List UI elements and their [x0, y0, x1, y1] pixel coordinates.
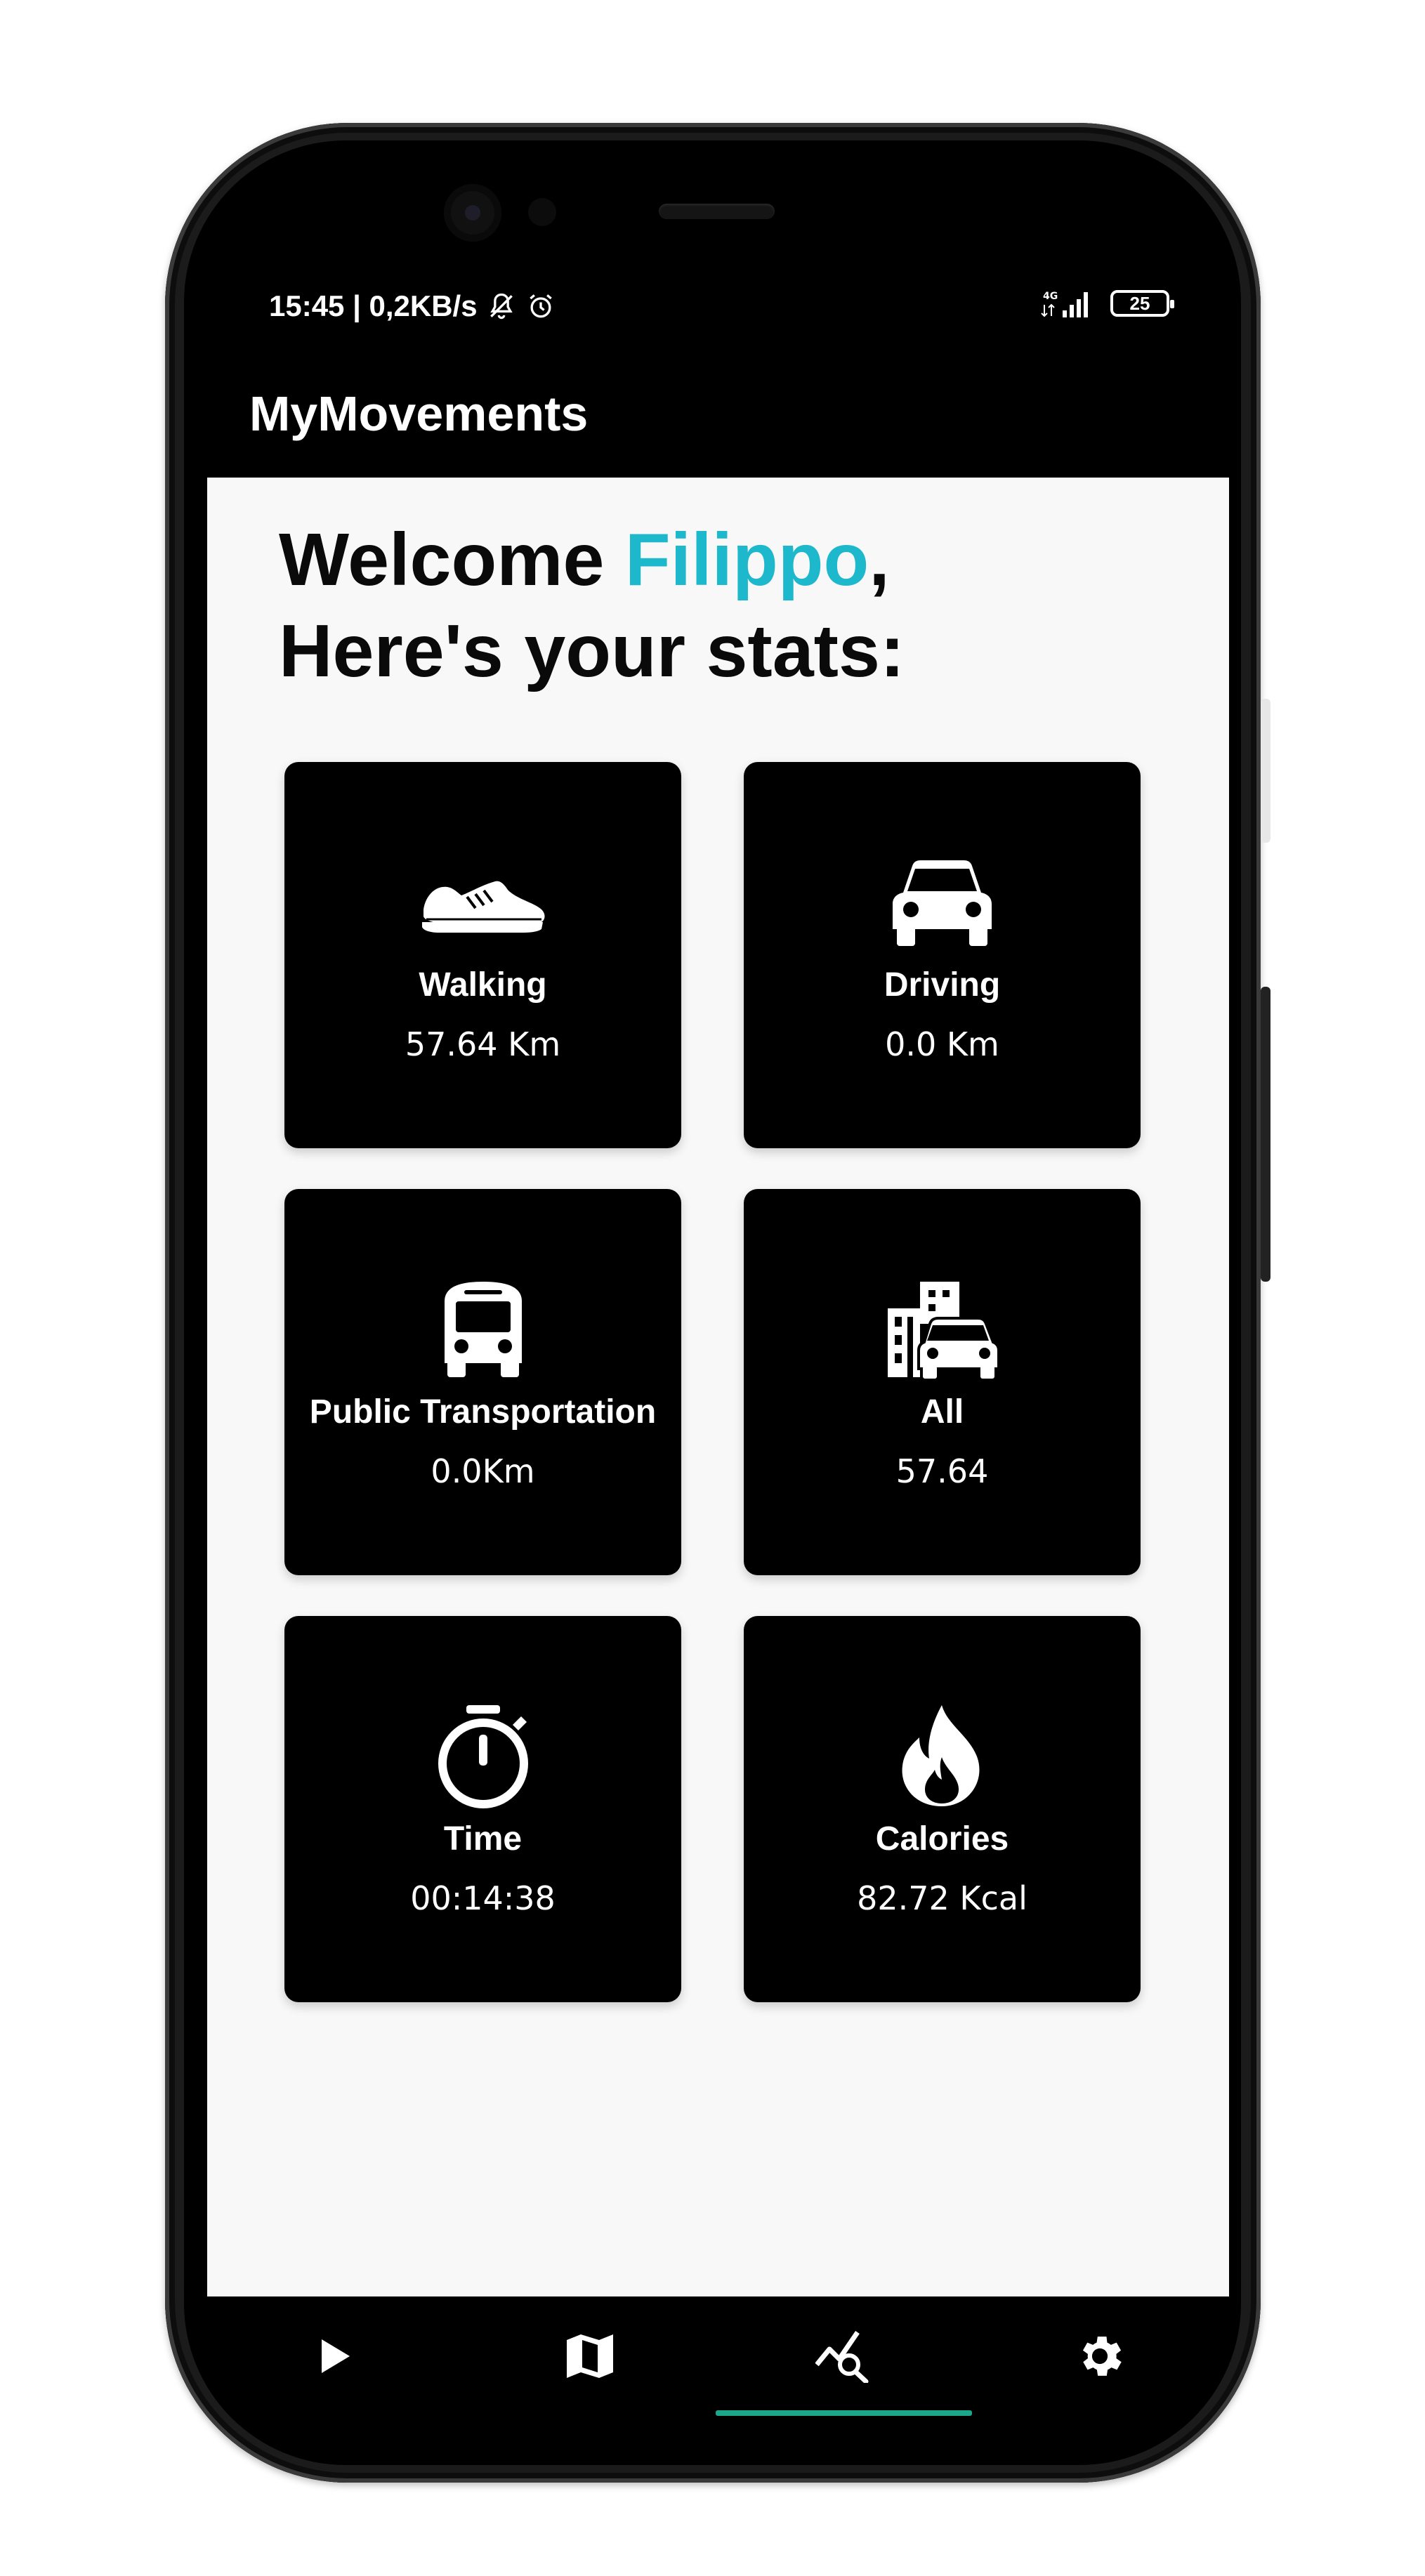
- stat-value: 57.64 Km: [405, 1025, 561, 1063]
- car-icon: [744, 853, 1141, 952]
- screen: 15:45 | 0,2KB/s 4G 25 MyMovements Welcom…: [207, 260, 1229, 2419]
- stat-card[interactable]: Walking 57.64 Km: [284, 762, 681, 1148]
- stat-card-public-transportation[interactable]: Public Transportation 0.0Km: [270, 1189, 695, 1617]
- welcome-text: Welcome: [279, 518, 625, 601]
- volume-button: [1261, 699, 1270, 843]
- bus-icon: [284, 1280, 681, 1379]
- proximity-sensor: [528, 198, 556, 226]
- stat-card[interactable]: Calories 82.72 Kcal: [744, 1616, 1141, 2002]
- status-right: 4G 25: [1040, 288, 1174, 319]
- welcome-comma: ,: [869, 518, 890, 601]
- power-button: [1261, 987, 1270, 1282]
- earpiece-speaker: [659, 204, 775, 219]
- stat-label: All: [920, 1393, 964, 1431]
- stat-value: 00:14:38: [410, 1879, 556, 1917]
- stat-card[interactable]: Driving 0.0 Km: [744, 762, 1141, 1148]
- nav-stats[interactable]: [717, 2296, 972, 2419]
- bottom-navigation: [207, 2296, 1229, 2419]
- fire-icon: [744, 1705, 1141, 1806]
- stat-card-driving[interactable]: Driving 0.0 Km: [730, 762, 1154, 1190]
- status-bar: 15:45 | 0,2KB/s 4G 25: [207, 260, 1229, 355]
- stat-card-all[interactable]: All 57.64: [730, 1189, 1154, 1617]
- main-content: Welcome Filippo, Here's your stats: Walk…: [207, 478, 1229, 2296]
- battery-indicator: 25: [1110, 290, 1174, 317]
- status-left: 15:45 | 0,2KB/s: [269, 289, 556, 323]
- network-type: 4G: [1043, 291, 1058, 302]
- stat-value: 0.0Km: [431, 1452, 535, 1490]
- user-name: Filippo: [624, 518, 869, 601]
- nav-play[interactable]: [207, 2296, 462, 2419]
- city-car-icon: [744, 1280, 1141, 1379]
- map-icon: [565, 2333, 615, 2383]
- alarm-icon: [525, 291, 556, 322]
- stat-card-time[interactable]: Time 00:14:38: [270, 1616, 695, 2044]
- nav-map[interactable]: [462, 2296, 717, 2419]
- app-bar: MyMovements: [207, 355, 1229, 478]
- front-camera: [444, 184, 501, 242]
- play-icon: [317, 2337, 353, 2379]
- stats-search-icon: [814, 2329, 874, 2386]
- stat-label: Calories: [875, 1820, 1009, 1858]
- stat-value: 82.72 Kcal: [857, 1879, 1027, 1917]
- selected-tab-indicator: [716, 2410, 972, 2416]
- stat-label: Public Transportation: [309, 1393, 657, 1431]
- stopwatch-icon: [284, 1705, 681, 1808]
- stat-card[interactable]: Time 00:14:38: [284, 1616, 681, 2002]
- stat-card-calories[interactable]: Calories 82.72 Kcal: [730, 1616, 1154, 2044]
- stat-label: Walking: [419, 966, 547, 1004]
- app-title: MyMovements: [249, 386, 589, 441]
- welcome-subtitle: Here's your stats:: [279, 610, 905, 692]
- stat-card[interactable]: Public Transportation 0.0Km: [284, 1189, 681, 1575]
- signal-icon: 4G: [1040, 288, 1096, 319]
- stat-label: Time: [443, 1820, 523, 1858]
- stat-label: Driving: [884, 966, 1001, 1004]
- shoe-icon: [284, 853, 681, 952]
- stat-value: 57.64: [895, 1452, 989, 1490]
- gear-icon: [1073, 2329, 1127, 2386]
- welcome-line: Welcome Filippo,: [279, 514, 905, 605]
- nav-settings[interactable]: [972, 2296, 1227, 2419]
- stat-card-walking[interactable]: Walking 57.64 Km: [270, 762, 695, 1190]
- stat-card[interactable]: All 57.64: [744, 1189, 1141, 1575]
- status-time: 15:45 | 0,2KB/s: [269, 289, 478, 322]
- battery-level: 25: [1129, 292, 1150, 314]
- welcome-heading: Welcome Filippo, Here's your stats:: [279, 514, 905, 697]
- stat-value: 0.0 Km: [885, 1025, 999, 1063]
- mute-bell-icon: [486, 291, 517, 322]
